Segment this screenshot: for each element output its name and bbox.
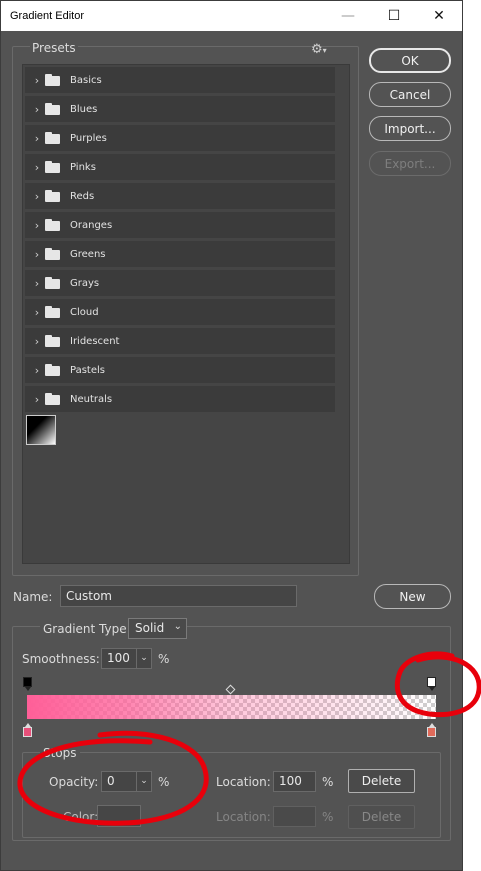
- preset-folder[interactable]: › Blues: [25, 96, 335, 122]
- smoothness-label: Smoothness:: [22, 652, 100, 666]
- opacity-stop-left[interactable]: [23, 677, 32, 691]
- folder-icon: [45, 393, 62, 405]
- preset-folder-label: Greens: [70, 248, 106, 260]
- folder-icon: [45, 364, 62, 376]
- preset-folder-label: Reds: [70, 190, 95, 202]
- close-icon[interactable]: ✕: [416, 1, 462, 31]
- opacity-percent: %: [158, 775, 170, 789]
- name-field[interactable]: Custom: [60, 585, 297, 607]
- presets-label: Presets: [30, 41, 78, 55]
- chevron-right-icon[interactable]: ›: [29, 393, 45, 406]
- smoothness-percent: %: [158, 652, 170, 666]
- chevron-down-icon: ⌄: [173, 621, 182, 632]
- folder-icon: [45, 306, 62, 318]
- window-title: Gradient Editor: [10, 10, 84, 22]
- presets-scrollbar[interactable]: [336, 66, 348, 562]
- preset-folder-label: Blues: [70, 103, 98, 115]
- chevron-right-icon[interactable]: ›: [29, 74, 45, 87]
- import-button[interactable]: Import...: [369, 116, 451, 141]
- title-bar: Gradient Editor — ☐ ✕: [1, 1, 462, 31]
- chevron-right-icon[interactable]: ›: [29, 248, 45, 261]
- preset-folder-label: Oranges: [70, 219, 113, 231]
- chevron-right-icon[interactable]: ›: [29, 306, 45, 319]
- folder-icon: [45, 161, 62, 173]
- color-swatch[interactable]: [97, 805, 141, 827]
- color-stop-right[interactable]: [427, 723, 436, 737]
- preset-folder[interactable]: › Iridescent: [25, 328, 335, 354]
- color-label: Color:: [63, 810, 99, 824]
- preset-folder[interactable]: › Grays: [25, 270, 335, 296]
- chevron-right-icon[interactable]: ›: [29, 132, 45, 145]
- color-delete-button[interactable]: Delete: [348, 805, 415, 829]
- chevron-right-icon[interactable]: ›: [29, 277, 45, 290]
- gradient-type-value: Solid: [135, 621, 165, 635]
- gradient-fill: [27, 695, 436, 719]
- preset-folder[interactable]: › Oranges: [25, 212, 335, 238]
- preset-folder-label: Pastels: [70, 364, 105, 376]
- opacity-stop-right[interactable]: [427, 677, 436, 691]
- preset-folder[interactable]: › Cloud: [25, 299, 335, 325]
- preset-folder[interactable]: › Purples: [25, 125, 335, 151]
- gradient-type-label: Gradient Type:: [40, 622, 134, 636]
- folder-icon: [45, 277, 62, 289]
- color-stop-left[interactable]: [23, 723, 32, 737]
- opacity-input[interactable]: 0 ⌄: [101, 771, 152, 792]
- preset-folder[interactable]: › Pinks: [25, 154, 335, 180]
- opacity-label: Opacity:: [49, 775, 99, 789]
- minimize-icon[interactable]: —: [325, 1, 371, 31]
- folder-icon: [45, 335, 62, 347]
- preset-folder[interactable]: › Neutrals: [25, 386, 335, 412]
- location-percent: %: [322, 775, 334, 789]
- chevron-right-icon[interactable]: ›: [29, 190, 45, 203]
- folder-icon: [45, 103, 62, 115]
- preset-folder-label: Purples: [70, 132, 107, 144]
- color-location-input[interactable]: [273, 806, 316, 827]
- preset-folder-label: Iridescent: [70, 335, 120, 347]
- presets-list[interactable]: › Neutrals › Pastels › Iridescent › Cloud › Grays…: [22, 64, 350, 564]
- folder-icon: [45, 190, 62, 202]
- location-label: Location:: [216, 775, 271, 789]
- preset-folder-label: Basics: [70, 74, 102, 86]
- folder-icon: [45, 132, 62, 144]
- chevron-right-icon[interactable]: ›: [29, 335, 45, 348]
- gradient-swatch[interactable]: [26, 415, 56, 445]
- preset-folder-label: Cloud: [70, 306, 99, 318]
- name-label: Name:: [13, 590, 53, 604]
- export-button[interactable]: Export...: [369, 151, 451, 176]
- delete-button[interactable]: Delete: [348, 769, 415, 793]
- gradient-bar[interactable]: [27, 695, 436, 719]
- preset-folder[interactable]: › Reds: [25, 183, 335, 209]
- stops-label: Stops: [40, 746, 80, 760]
- chevron-down-icon[interactable]: ⌄: [136, 772, 151, 791]
- folder-icon: [45, 219, 62, 231]
- new-button[interactable]: New: [374, 584, 451, 609]
- preset-folder-label: Neutrals: [70, 393, 113, 405]
- gradient-type-select[interactable]: Solid ⌄: [128, 618, 187, 639]
- color-location-percent: %: [322, 810, 334, 824]
- color-location-label: Location:: [216, 810, 271, 824]
- chevron-right-icon[interactable]: ›: [29, 219, 45, 232]
- opacity-value: 0: [107, 774, 115, 788]
- maximize-icon[interactable]: ☐: [371, 1, 417, 31]
- smoothness-value: 100: [107, 651, 130, 665]
- ok-button[interactable]: OK: [369, 48, 451, 73]
- preset-folder[interactable]: › Greens: [25, 241, 335, 267]
- preset-folder[interactable]: › Basics: [25, 67, 335, 93]
- chevron-right-icon[interactable]: ›: [29, 161, 45, 174]
- folder-icon: [45, 74, 62, 86]
- chevron-right-icon[interactable]: ›: [29, 364, 45, 377]
- preset-folder-label: Grays: [70, 277, 100, 289]
- chevron-down-icon[interactable]: ⌄: [136, 649, 151, 668]
- preset-folder[interactable]: › Pastels: [25, 357, 335, 383]
- folder-icon: [45, 248, 62, 260]
- chevron-right-icon[interactable]: ›: [29, 103, 45, 116]
- gear-icon[interactable]: ⚙▾: [311, 42, 327, 57]
- location-input[interactable]: 100: [273, 771, 316, 792]
- preset-folder-label: Pinks: [70, 161, 96, 173]
- cancel-button[interactable]: Cancel: [369, 82, 451, 107]
- smoothness-input[interactable]: 100 ⌄: [101, 648, 152, 669]
